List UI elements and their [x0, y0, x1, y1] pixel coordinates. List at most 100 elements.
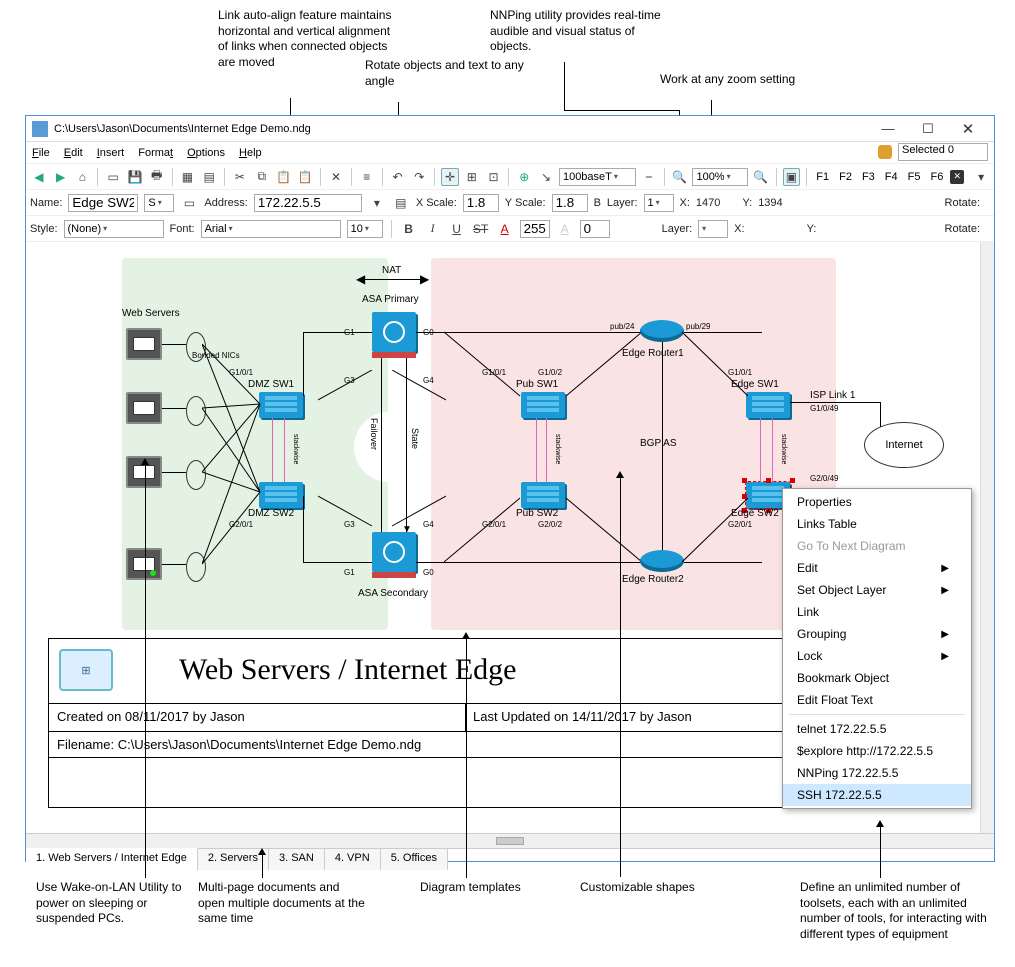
f5-button[interactable]: F5	[905, 171, 924, 183]
linkopt-icon[interactable]: ⎯	[640, 168, 658, 186]
zoomin-icon[interactable]: 🔍	[752, 168, 770, 186]
fontsize-dropdown[interactable]: 10▾	[347, 220, 383, 238]
linktype-dropdown[interactable]: 100baseT▾	[559, 168, 636, 186]
fit-icon[interactable]: ▣	[783, 168, 801, 186]
paste-icon[interactable]: 📋	[275, 168, 293, 186]
underline-button[interactable]: U	[448, 220, 466, 238]
forward-icon[interactable]: ▶	[52, 168, 70, 186]
home-icon[interactable]: ⌂	[74, 168, 92, 186]
ctx-nnping[interactable]: NNPing 172.22.5.5	[783, 762, 971, 784]
menu-format[interactable]: Format	[138, 147, 173, 159]
redo-icon[interactable]: ↷	[410, 168, 428, 186]
gear-icon[interactable]	[878, 145, 892, 159]
grid-icon[interactable]: ▦	[179, 168, 197, 186]
close-button[interactable]: ✕	[948, 117, 988, 141]
zoomout-icon[interactable]: 🔍	[671, 168, 689, 186]
save-icon[interactable]: 💾	[126, 168, 144, 186]
x-label: X:	[680, 197, 690, 209]
bgcolor-button[interactable]: A	[556, 220, 574, 238]
open-icon[interactable]: ▭	[104, 168, 122, 186]
ctx-bookmark[interactable]: Bookmark Object	[783, 667, 971, 689]
internet-cloud[interactable]: Internet	[864, 422, 944, 468]
addr-btn-icon[interactable]: ▾	[368, 194, 386, 212]
chevron-down-icon[interactable]: ▾	[972, 168, 990, 186]
f4-button[interactable]: F4	[882, 171, 901, 183]
f1-button[interactable]: F1	[813, 171, 832, 183]
server-4[interactable]	[126, 548, 162, 580]
dmz-sw2[interactable]	[259, 482, 303, 508]
lock-icon[interactable]: ▤	[392, 194, 410, 212]
address-input[interactable]	[254, 194, 362, 212]
ctx-properties[interactable]: Properties	[783, 491, 971, 513]
alpha-input[interactable]	[520, 220, 550, 238]
diagram-logo-icon: ⊞	[59, 649, 113, 691]
ctx-explore[interactable]: $explore http://172.22.5.5	[783, 740, 971, 762]
name-input[interactable]	[68, 194, 138, 212]
paste2-icon[interactable]: 📋	[296, 168, 314, 186]
font-dropdown[interactable]: Arial▾	[201, 220, 341, 238]
f6-button[interactable]: F6	[927, 171, 946, 183]
server-2[interactable]	[126, 392, 162, 424]
page-icon[interactable]: ▤	[200, 168, 218, 186]
ctx-grouping[interactable]: Grouping▶	[783, 623, 971, 645]
tab-3[interactable]: 3. SAN	[269, 849, 325, 870]
menu-help[interactable]: Help	[239, 147, 262, 159]
xscale-input[interactable]	[463, 194, 499, 212]
edge-router1[interactable]	[640, 320, 684, 342]
textcolor-button[interactable]: A	[496, 220, 514, 238]
pub-cross	[444, 330, 644, 566]
dmz-sw1[interactable]	[259, 392, 303, 418]
asa-primary[interactable]	[372, 312, 416, 352]
ctx-editfloat[interactable]: Edit Float Text	[783, 689, 971, 711]
yscale-input[interactable]	[552, 194, 588, 212]
arrange-icon[interactable]: ⊡	[485, 168, 503, 186]
back-icon[interactable]: ◀	[30, 168, 48, 186]
menu-insert[interactable]: Insert	[97, 147, 125, 159]
f3-button[interactable]: F3	[859, 171, 878, 183]
ctx-linkstable[interactable]: Links Table	[783, 513, 971, 535]
zoom-dropdown[interactable]: 100%▾	[692, 168, 747, 186]
style-dropdown[interactable]: (None)▾	[64, 220, 164, 238]
app-icon	[32, 121, 48, 137]
delete-icon[interactable]: ✕	[327, 168, 345, 186]
bg-alpha-input[interactable]	[580, 220, 610, 238]
copy-icon[interactable]: ⧉	[253, 168, 271, 186]
bold-button[interactable]: B	[400, 220, 418, 238]
tab-1[interactable]: 1. Web Servers / Internet Edge	[26, 848, 198, 870]
ctx-edit[interactable]: Edit▶	[783, 557, 971, 579]
strike-button[interactable]: ST	[472, 220, 490, 238]
minimize-button[interactable]: —	[868, 117, 908, 141]
undo-icon[interactable]: ↶	[389, 168, 407, 186]
sizeopt-icon[interactable]: ▭	[180, 194, 198, 212]
maximize-button[interactable]: ☐	[908, 117, 948, 141]
ctx-telnet[interactable]: telnet 172.22.5.5	[783, 718, 971, 740]
scrollbar-vertical[interactable]	[980, 242, 994, 833]
link-icon[interactable]: ↘	[537, 168, 555, 186]
italic-button[interactable]: I	[424, 220, 442, 238]
scrollbar-horizontal[interactable]	[26, 834, 994, 848]
menu-options[interactable]: Options	[187, 147, 225, 159]
distribute-icon[interactable]: ⊞	[463, 168, 481, 186]
tab-5[interactable]: 5. Offices	[381, 849, 448, 870]
layer2-dropdown[interactable]: ▾	[698, 220, 728, 238]
fkey-close-icon[interactable]: ✕	[950, 170, 964, 184]
cut-icon[interactable]: ✂	[231, 168, 249, 186]
sizecode-dropdown[interactable]: S▾	[144, 194, 174, 212]
server-1[interactable]	[126, 328, 162, 360]
menu-edit[interactable]: Edit	[64, 147, 83, 159]
ctx-ssh[interactable]: SSH 172.22.5.5	[783, 784, 971, 806]
ctx-link[interactable]: Link	[783, 601, 971, 623]
ctx-setlayer[interactable]: Set Object Layer▶	[783, 579, 971, 601]
f2-button[interactable]: F2	[836, 171, 855, 183]
menu-file[interactable]: File	[32, 147, 50, 159]
asa-secondary[interactable]	[372, 532, 416, 572]
print-icon[interactable]: 🖶	[148, 168, 166, 186]
align-icon[interactable]: ≡	[358, 168, 376, 186]
ctx-lock[interactable]: Lock▶	[783, 645, 971, 667]
page-tabs: 1. Web Servers / Internet Edge 2. Server…	[26, 848, 994, 870]
world-icon[interactable]: ⊕	[515, 168, 533, 186]
edge-router2[interactable]	[640, 550, 684, 572]
layer-dropdown[interactable]: 1▾	[644, 194, 674, 212]
snap-icon[interactable]: ✛	[441, 168, 459, 186]
tab-4[interactable]: 4. VPN	[325, 849, 381, 870]
